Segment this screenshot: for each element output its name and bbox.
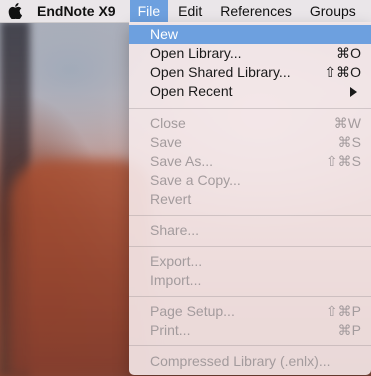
menu-item-print[interactable]: Print... ⌘P [129,321,371,340]
menu-item-shortcut: ⇧⌘O [324,64,361,80]
menu-item-revert[interactable]: Revert [129,190,371,209]
menu-item-label: Export... [150,253,203,269]
file-menu-dropdown: New Open Library... ⌘O Open Shared Libra… [129,22,371,375]
menu-item-label: Page Setup... [150,303,235,319]
menu-item-label: New [150,26,179,42]
menu-item-open-library[interactable]: Open Library... ⌘O [129,44,371,63]
menu-item-label: Close [150,115,186,131]
menu-item-save-as[interactable]: Save As... ⇧⌘S [129,152,371,171]
menu-bar: EndNote X9 File Edit References Groups [0,0,371,23]
apple-icon[interactable] [0,0,30,22]
menu-separator [129,345,371,346]
menu-separator [129,215,371,216]
menu-item-open-shared-library[interactable]: Open Shared Library... ⇧⌘O [129,63,371,82]
menu-item-label: Revert [150,191,192,207]
menu-references[interactable]: References [212,0,300,22]
menu-item-label: Print... [150,322,191,338]
menu-separator [129,296,371,297]
menu-item-share[interactable]: Share... [129,221,371,240]
menu-item-import[interactable]: Import... [129,271,371,290]
menu-item-label: Open Shared Library... [150,64,291,80]
menu-item-label: Share... [150,222,200,238]
menu-item-compressed-library[interactable]: Compressed Library (.enlx)... [129,352,371,371]
menu-item-close[interactable]: Close ⌘W [129,114,371,133]
menu-separator [129,246,371,247]
menu-item-shortcut: ⌘P [337,322,361,338]
menu-item-label: Save [150,134,182,150]
menu-item-shortcut: ⌘O [336,45,361,61]
menu-item-open-recent[interactable]: Open Recent [129,82,371,101]
menu-item-page-setup[interactable]: Page Setup... ⇧⌘P [129,302,371,321]
app-name[interactable]: EndNote X9 [37,3,116,19]
menu-file[interactable]: File [129,0,169,22]
menu-item-shortcut: ⌘W [333,115,361,131]
menu-groups[interactable]: Groups [302,0,364,22]
menu-item-save[interactable]: Save ⌘S [129,133,371,152]
menu-item-new[interactable]: New [129,25,371,44]
menu-item-label: Compressed Library (.enlx)... [150,353,331,369]
menu-item-export[interactable]: Export... [129,252,371,271]
menu-item-shortcut: ⌘S [337,134,361,150]
menu-separator [129,108,371,109]
menu-edit[interactable]: Edit [170,0,210,22]
menu-item-label: Save As... [150,153,214,169]
menu-item-shortcut: ⇧⌘P [325,303,361,319]
menu-item-save-a-copy[interactable]: Save a Copy... [129,171,371,190]
menu-item-label: Save a Copy... [150,172,241,188]
menu-item-shortcut: ⇧⌘S [325,153,361,169]
menu-item-label: Import... [150,272,202,288]
triangle-right-icon [350,87,357,97]
menu-item-label: Open Library... [150,45,242,61]
menu-item-label: Open Recent [150,83,233,99]
